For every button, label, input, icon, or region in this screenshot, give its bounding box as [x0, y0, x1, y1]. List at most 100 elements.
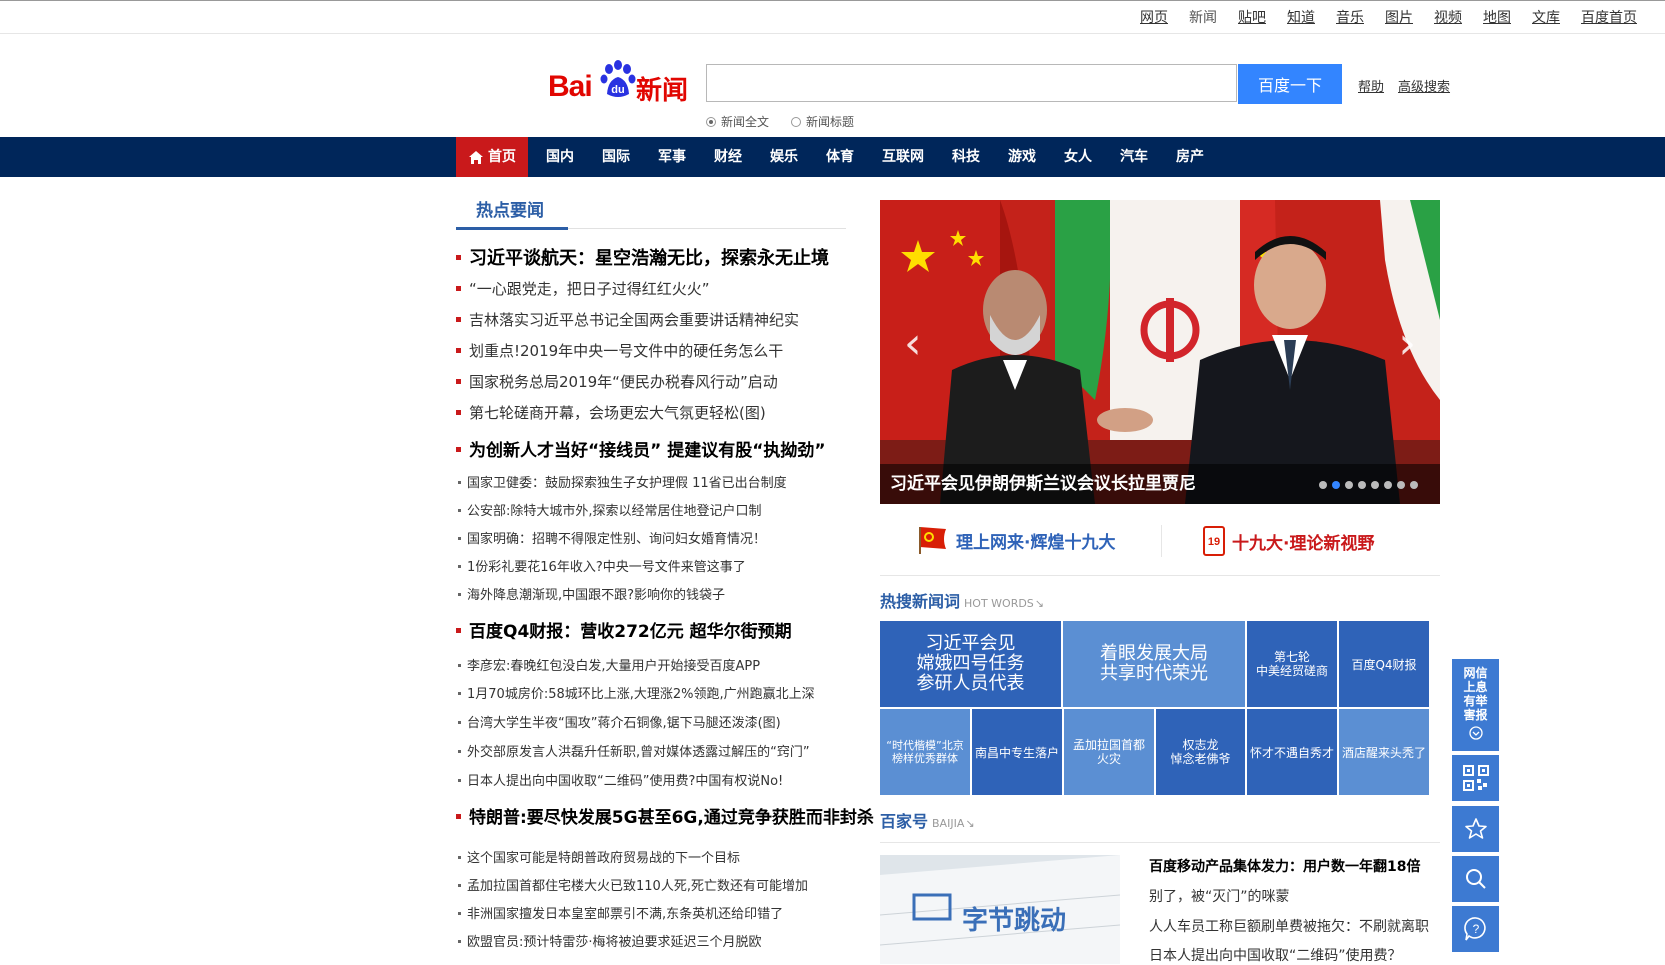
carousel-dot[interactable] — [1345, 481, 1353, 489]
headline-carousel[interactable]: ‹ › 习近平会见伊朗伊斯兰议会议长拉里贾尼 — [880, 200, 1440, 504]
help-link[interactable]: 帮助 — [1358, 76, 1384, 95]
news-item[interactable]: 日本人提出向中国收取“二维码”使用费?中国有权说No! — [456, 770, 783, 789]
news-item[interactable]: 划重点!2019年中央一号文件中的硬任务怎么干 — [456, 340, 783, 361]
nav-item-auto[interactable]: 汽车 — [1110, 137, 1158, 177]
news-item[interactable]: 台湾大学生半夜“围攻”蒋介石铜像,锯下马腿还泼漆(图) — [456, 712, 781, 731]
hot-word-tile[interactable]: 权志龙 悼念老佛爷 — [1156, 709, 1245, 795]
news-item[interactable]: 1份彩礼要花16年收入?中央一号文件来管这事了 — [456, 556, 746, 575]
news-headline[interactable]: 为创新人才当好“接线员” 提建议有股“执拗劲” — [456, 436, 826, 461]
top-link-web[interactable]: 网页 — [1140, 7, 1168, 27]
hot-word-tile[interactable]: 习近平会见 嫦娥四号任务 参研人员代表 — [880, 621, 1061, 707]
baijia-header: 百家号 BAIJIA↘ — [880, 808, 975, 832]
news-item[interactable]: 欧盟官员:预计特雷莎·梅将被迫要求延迟三个月脱欧 — [456, 931, 762, 950]
baijia-item[interactable]: 别了，被“灭门”的咪蒙 — [1149, 886, 1290, 906]
hot-word-tile[interactable]: 孟加拉国首都 火灾 — [1064, 709, 1154, 795]
news-item[interactable]: 吉林落实习近平总书记全国两会重要讲话精神纪实 — [456, 309, 799, 330]
report-harmful-info-button[interactable]: 网信上息有举害报 — [1452, 659, 1499, 751]
nav-item-realestate[interactable]: 房产 — [1166, 137, 1214, 177]
top-link-tieba[interactable]: 贴吧 — [1238, 7, 1266, 27]
bullet-icon — [456, 316, 461, 322]
top-link-baidu-home[interactable]: 百度首页 — [1581, 7, 1637, 27]
nav-item-home[interactable]: 首页 — [456, 137, 528, 177]
news-text: 日本人提出向中国收取“二维码”使用费?中国有权说No! — [467, 774, 784, 789]
news-text: 非洲国家擅发日本皇室邮票引不满,东条英机还给印错了 — [467, 907, 784, 922]
carousel-next-icon[interactable]: › — [1398, 318, 1416, 369]
news-text: 台湾大学生半夜“围攻”蒋介石铜像,锯下马腿还泼漆(图) — [467, 716, 781, 731]
search-input[interactable] — [706, 64, 1237, 102]
carousel-prev-icon[interactable]: ‹ — [904, 318, 922, 369]
news-item[interactable]: 外交部原发言人洪磊升任新职,曾对媒体透露过解压的“窍门” — [456, 741, 810, 760]
top-link-video[interactable]: 视频 — [1434, 7, 1462, 27]
arrow-corner-icon: ↘ — [1034, 597, 1045, 610]
nav-item-women[interactable]: 女人 — [1054, 137, 1102, 177]
news-item[interactable]: 孟加拉国首都住宅楼大火已致110人死,死亡数还有可能增加 — [456, 875, 808, 894]
logo-brand: 新闻 — [636, 76, 689, 106]
hot-word-tile[interactable]: “时代楷模”北京 榜样优秀群体 — [880, 709, 970, 795]
top-link-zhidao[interactable]: 知道 — [1287, 7, 1315, 27]
carousel-dot[interactable] — [1397, 481, 1405, 489]
carousel-dot[interactable] — [1410, 481, 1418, 489]
bullet-icon — [456, 814, 461, 819]
scope-title-radio[interactable]: 新闻标题 — [791, 113, 854, 130]
top-link-wenku[interactable]: 文库 — [1532, 7, 1560, 27]
news-item[interactable]: 李彦宏:春晚红包没白发,大量用户开始接受百度APP — [456, 655, 760, 674]
home-icon — [469, 150, 483, 164]
news-item[interactable]: 非洲国家擅发日本皇室邮票引不满,东条英机还给印错了 — [456, 903, 783, 922]
baijia-item[interactable]: 人人车员工称巨额刷单费被拖欠：不刷就离职 — [1149, 916, 1429, 936]
news-item[interactable]: 国家明确：招聘不得限定性别、询问妇女婚育情况！ — [456, 528, 766, 547]
news-headline[interactable]: 习近平谈航天：星空浩瀚无比，探索永无止境 — [456, 244, 829, 270]
carousel-dot[interactable] — [1371, 481, 1379, 489]
nav-item-games[interactable]: 游戏 — [998, 137, 1046, 177]
news-item[interactable]: 这个国家可能是特朗普政府贸易战的下一个目标 — [456, 847, 740, 866]
top-link-map[interactable]: 地图 — [1483, 7, 1511, 27]
nav-item-domestic[interactable]: 国内 — [536, 137, 584, 177]
banner-theory[interactable]: 19 十九大·理论新视野 — [1202, 525, 1374, 557]
bullet-icon — [458, 508, 461, 512]
nav-item-international[interactable]: 国际 — [592, 137, 640, 177]
news-item[interactable]: 海外降息潮渐现,中国跟不跟?影响你的钱袋子 — [456, 584, 725, 603]
carousel-dot[interactable] — [1384, 481, 1392, 489]
banner-19th-congress[interactable]: 理上网来·辉煌十九大 — [916, 525, 1115, 555]
baijia-item[interactable]: 日本人提出向中国收取“二维码”使用费？ — [1149, 945, 1402, 965]
news-text: 李彦宏:春晚红包没白发,大量用户开始接受百度APP — [467, 659, 761, 674]
top-link-music[interactable]: 音乐 — [1336, 7, 1364, 27]
carousel-dot[interactable] — [1319, 481, 1327, 489]
news-item[interactable]: 国家税务总局2019年“便民办税春风行动”启动 — [456, 371, 778, 392]
search-float-button[interactable] — [1452, 856, 1499, 902]
feedback-button[interactable]: ? — [1452, 906, 1499, 952]
baijia-thumbnail[interactable]: 字节跳动 — [880, 855, 1120, 964]
news-headline[interactable]: 百度Q4财报：营收272亿元 超华尔街预期 — [456, 617, 792, 642]
hot-word-tile[interactable]: 百度Q4财报 — [1339, 621, 1429, 707]
news-item[interactable]: 第七轮磋商开幕，会场更宏大气氛更轻松(图) — [456, 402, 766, 423]
carousel-dot-active[interactable] — [1332, 481, 1340, 489]
baidu-news-logo[interactable]: Bai du 新闻 — [548, 52, 688, 106]
favorite-button[interactable] — [1452, 806, 1499, 852]
baijia-item[interactable]: 百度移动产品集体发力：用户数一年翻18倍 — [1149, 856, 1420, 876]
hot-word-tile[interactable]: 怀才不遇自秀才 — [1247, 709, 1337, 795]
nav-item-sports[interactable]: 体育 — [816, 137, 864, 177]
nav-item-internet[interactable]: 互联网 — [872, 137, 934, 177]
top-link-news[interactable]: 新闻 — [1189, 7, 1217, 27]
nav-item-tech[interactable]: 科技 — [942, 137, 990, 177]
hot-word-tile[interactable]: 着眼发展大局 共享时代荣光 — [1063, 621, 1245, 707]
nav-item-entertainment[interactable]: 娱乐 — [760, 137, 808, 177]
hot-word-tile[interactable]: 南昌中专生落户 — [972, 709, 1062, 795]
hot-words-header: 热搜新闻词 HOT WORDS↘ — [880, 588, 1044, 612]
advanced-search-link[interactable]: 高级搜索 — [1398, 76, 1450, 95]
news-item[interactable]: 1月70城房价:58城环比上涨,大理涨2%领跑,广州跑赢北上深 — [456, 683, 815, 702]
search-button[interactable]: 百度一下 — [1238, 64, 1342, 104]
scope-fulltext-radio[interactable]: 新闻全文 — [706, 113, 769, 130]
qrcode-button[interactable] — [1452, 755, 1499, 801]
carousel-caption[interactable]: 习近平会见伊朗伊斯兰议会议长拉里贾尼 — [890, 469, 1196, 494]
news-item[interactable]: 公安部:除特大城市外,探索以经常居住地登记户口制 — [456, 500, 762, 519]
hot-word-tile[interactable]: 酒店醒来头秃了 — [1339, 709, 1429, 795]
carousel-dot[interactable] — [1358, 481, 1366, 489]
news-headline[interactable]: 特朗普:要尽快发展5G甚至6G,通过竞争获胜而非封杀 — [456, 803, 874, 828]
news-item[interactable]: 国家卫健委：鼓励探索独生子女护理假 11省已出台制度 — [456, 472, 787, 491]
hot-word-tile[interactable]: 第七轮 中美经贸磋商 — [1247, 621, 1337, 707]
top-link-images[interactable]: 图片 — [1385, 7, 1413, 27]
nav-item-military[interactable]: 军事 — [648, 137, 696, 177]
news-text: 1份彩礼要花16年收入?中央一号文件来管这事了 — [467, 560, 746, 575]
news-item[interactable]: “一心跟党走，把日子过得红红火火” — [456, 278, 710, 299]
nav-item-finance[interactable]: 财经 — [704, 137, 752, 177]
